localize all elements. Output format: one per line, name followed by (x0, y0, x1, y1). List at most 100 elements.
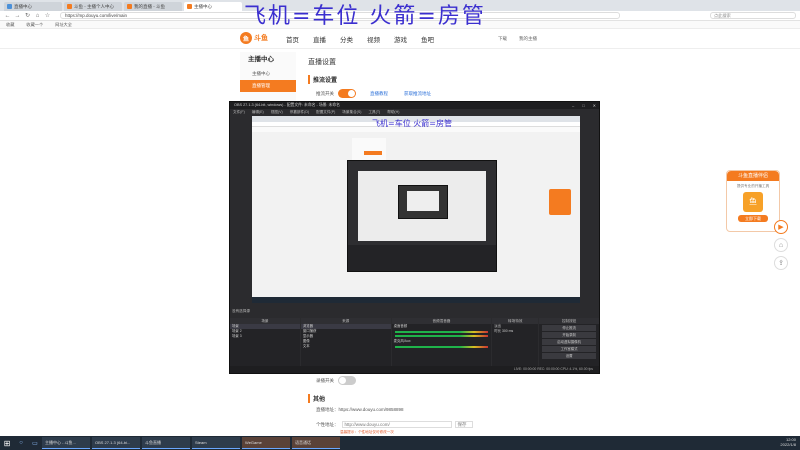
nav-game[interactable]: 游戏 (394, 34, 407, 44)
task-view-icon[interactable]: ▭ (29, 437, 41, 449)
menu-title: 主播中心 (248, 56, 274, 63)
obs-menu-item[interactable]: 场景集合(S) (342, 109, 361, 115)
obs-title-bar: OBS 27.1.3 (64-bit, windows) - 配置文件: 未命名… (230, 102, 599, 109)
bookmark-item[interactable]: 网址大全 (55, 22, 72, 28)
forward-icon[interactable]: → (14, 12, 21, 19)
search-icon[interactable]: ○ (15, 437, 27, 449)
other-section-title: 其他 (308, 394, 325, 403)
start-recording-button[interactable]: 开始录制 (542, 332, 597, 338)
push-toggle[interactable] (338, 89, 356, 98)
preview-banner: 飞机=车位 火箭=房管 (372, 119, 452, 128)
back-icon[interactable]: ← (4, 12, 11, 19)
nav-home[interactable]: 首页 (286, 34, 299, 44)
promo-download-button[interactable]: 立即下载 (738, 214, 768, 222)
browser-tab-active[interactable]: 主播中心 (184, 2, 242, 11)
favicon-icon (187, 4, 192, 9)
bookmark-item[interactable]: 收藏一个 (26, 22, 43, 28)
promo-subtitle: 提供专业的开播工具 (736, 184, 770, 188)
browser-tab[interactable]: 我的直播 - 斗鱼 (124, 2, 182, 11)
menu-item-live-manage[interactable]: 直播管理 (240, 80, 296, 92)
nav-video[interactable]: 视频 (367, 34, 380, 44)
preview-menu-active (364, 151, 382, 155)
audio-meter (394, 346, 489, 348)
virtual-camera-button[interactable]: 启动虚拟摄像机 (542, 339, 597, 345)
nav-yuba[interactable]: 鱼吧 (421, 34, 434, 44)
taskbar-app-steam[interactable]: Steam (192, 437, 240, 449)
windows-start-icon[interactable]: ⊞ (0, 436, 14, 450)
favicon-icon (7, 4, 12, 9)
star-icon[interactable]: ☆ (44, 12, 51, 19)
browser-tab[interactable]: 直播中心 (4, 2, 62, 11)
controls-dock: 控制按钮 停止推流 开始录制 启动虚拟摄像机 工作室模式 设置 (539, 318, 600, 366)
home-icon[interactable]: ⌂ (34, 12, 41, 19)
audio-meter (394, 331, 489, 333)
preview-promo (549, 189, 571, 215)
promo-header: 斗鱼直播伴侣 (727, 171, 779, 181)
custom-address-row: 个性地址： http://www.douyu.com/ 保存 (316, 421, 473, 428)
custom-address-input[interactable]: http://www.douyu.com/ (341, 421, 452, 428)
close-icon[interactable]: ✕ (593, 102, 596, 109)
stream-overlay-banner: 飞机=车位 火箭=房管 (244, 4, 486, 29)
taskbar-app-douyu[interactable]: 斗鱼直播 (142, 437, 190, 449)
scenes-dock: 场景 场景 场景 2 场景 3 (230, 318, 300, 366)
preview-nested-obs (347, 160, 497, 272)
scene-item[interactable]: 场景 3 (230, 334, 300, 339)
audio-mixer-dock: 音频混音器 桌面音频 麦克风/Aux (391, 318, 492, 366)
preview-taskbar (252, 297, 580, 303)
settings-button[interactable]: 设置 (542, 353, 597, 359)
favicon-icon (67, 4, 72, 9)
obs-menu-item[interactable]: 停靠部件(D) (290, 109, 309, 115)
push-switch-row: 推流开关 直播教程 获取推流地址 (316, 89, 431, 98)
obs-preview[interactable]: 飞机=车位 火箭=房管 (252, 116, 580, 303)
obs-menu-item[interactable]: 视图(V) (271, 109, 283, 115)
audio-meter (394, 335, 489, 337)
studio-mode-button[interactable]: 工作室模式 (542, 346, 597, 352)
promo-card[interactable]: 斗鱼直播伴侣 提供专业的开播工具 鱼 立即下载 (726, 170, 780, 232)
site-nav: 首页 直播 分类 视频 游戏 鱼吧 (286, 34, 448, 44)
record-toggle[interactable] (338, 376, 356, 385)
obs-menu-item[interactable]: 配置文件(P) (316, 109, 335, 115)
taskbar-app-browser[interactable]: 主播中心 - 斗鱼... (42, 437, 90, 449)
minimize-icon[interactable]: – (572, 102, 574, 109)
bookmark-item[interactable]: 收藏 (6, 22, 14, 28)
tutorial-link[interactable]: 直播教程 (370, 91, 388, 97)
system-tray-clock[interactable]: 12:00 2022/1/8 (780, 437, 796, 447)
custom-address-save[interactable]: 保存 (454, 421, 473, 428)
stop-streaming-button[interactable]: 停止推流 (542, 325, 597, 331)
get-push-url-link[interactable]: 获取推流地址 (404, 91, 431, 97)
nav-category[interactable]: 分类 (340, 34, 353, 44)
maximize-icon[interactable]: □ (582, 102, 584, 109)
obs-window[interactable]: OBS 27.1.3 (64-bit, windows) - 配置文件: 未命名… (229, 101, 600, 374)
page-title: 直播设置 (308, 59, 336, 66)
play-icon[interactable]: ▶ (774, 220, 788, 234)
share-icon[interactable]: ⇪ (774, 256, 788, 270)
douyu-logo-icon: 鱼 (240, 32, 252, 44)
browser-tab[interactable]: 斗鱼 - 主播个人中心 (64, 2, 122, 11)
nav-live[interactable]: 直播 (313, 34, 326, 44)
nested-preview-inner (407, 191, 439, 211)
transitions-dock: 转场特效 淡出 时长 300 ms (492, 318, 539, 366)
transition-duration[interactable]: 时长 300 ms (492, 329, 538, 334)
source-item[interactable]: 文本 (301, 344, 391, 349)
obs-no-source-label: 没有选择源 (232, 309, 250, 313)
taskbar-app-obs[interactable]: OBS 27.1.3 (64-bi... (92, 437, 140, 449)
obs-menu-item[interactable]: 工具(T) (368, 109, 380, 115)
download-link[interactable]: 下载 (498, 36, 507, 42)
obs-menu-item[interactable]: 编辑(E) (252, 109, 264, 115)
section-title: 推流设置 (308, 75, 337, 84)
taskbar-app-wegame[interactable]: WeGame (242, 437, 290, 449)
mixer-channel-label: 麦克风/Aux (393, 339, 411, 343)
user-menu[interactable]: 我的主播 (519, 36, 537, 42)
douyu-logo[interactable]: 鱼 斗鱼 (240, 31, 272, 45)
home-side-icon[interactable]: ⌂ (774, 238, 788, 252)
taskbar-app-voice[interactable]: 语音通话 (292, 437, 340, 449)
obs-docks: 场景 场景 场景 2 场景 3 来源 浏览器 窗口捕获 显示器 图像 文本 音频… (230, 318, 600, 366)
browser-search-input[interactable]: 点此搜索 (710, 12, 796, 19)
mixer-channel-label: 桌面音频 (393, 324, 408, 328)
nested-preview-window (398, 185, 448, 219)
sources-dock: 来源 浏览器 窗口捕获 显示器 图像 文本 (300, 318, 391, 366)
reload-icon[interactable]: ↻ (24, 12, 31, 19)
menu-item-anchor-center[interactable]: 主播中心 (240, 68, 296, 80)
obs-menu-item[interactable]: 帮助(H) (387, 109, 399, 115)
obs-menu-item[interactable]: 文件(F) (233, 109, 245, 115)
